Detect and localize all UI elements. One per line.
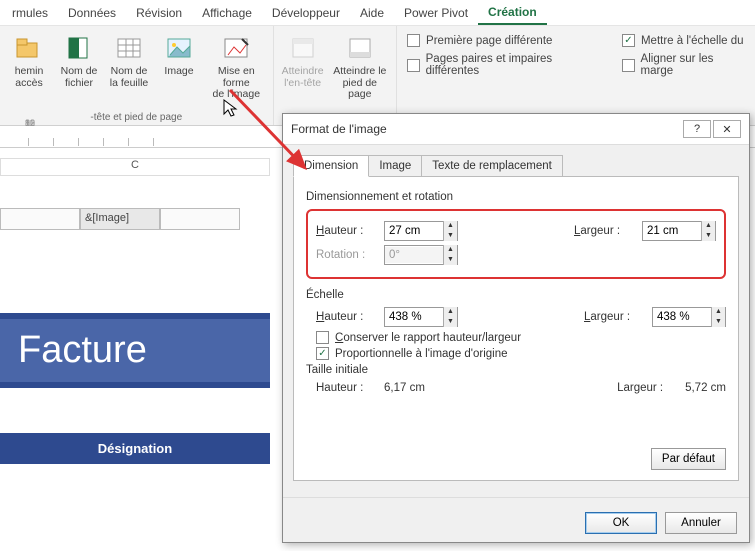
width-label: Largeur :: [574, 225, 634, 237]
tab-developpeur[interactable]: Développeur: [262, 2, 350, 24]
btn-nom-fichier[interactable]: Nom de fichier: [54, 30, 104, 110]
folder-path-icon: [13, 32, 45, 64]
col-c[interactable]: C: [0, 158, 270, 176]
rotation-input: [385, 247, 443, 263]
init-width-value: 5,72 cm: [685, 382, 726, 394]
spin-up-icon[interactable]: ▲: [702, 221, 715, 231]
initial-size-title: Taille initiale: [306, 364, 726, 376]
spin-up-icon[interactable]: ▲: [712, 307, 725, 317]
goto-header-icon: [287, 32, 319, 64]
checkbox-icon: [407, 59, 420, 72]
designation-header: Désignation: [0, 433, 270, 464]
ribbon-body: hemin accès Nom de fichier Nom de la feu…: [0, 26, 755, 126]
dialog-tabs: Dimension Image Texte de remplacement: [283, 145, 749, 177]
format-picture-icon: [220, 32, 252, 64]
scale-width-spinner[interactable]: ▲▼: [652, 307, 726, 327]
rotation-label: Rotation :: [316, 249, 376, 261]
tab-aide[interactable]: Aide: [350, 2, 394, 24]
spin-down-icon[interactable]: ▼: [712, 317, 725, 327]
init-height-value: 6,17 cm: [384, 382, 425, 394]
close-button[interactable]: ✕: [713, 120, 741, 138]
init-width-label: Largeur :: [617, 382, 677, 394]
chk-mettre-echelle[interactable]: ✓Mettre à l'échelle du: [622, 34, 745, 47]
height-label: Hauteur :: [316, 225, 376, 237]
invoice-title-band: Facture: [0, 313, 270, 388]
spin-up-icon[interactable]: ▲: [444, 307, 457, 317]
chk-relative-original[interactable]: ✓Proportionnelle à l'image d'origine: [306, 347, 726, 360]
dialog-title: Format de l'image: [291, 122, 387, 136]
ribbon-tabs: rmules Données Révision Affichage Dévelo…: [0, 0, 755, 26]
tab-image[interactable]: Image: [368, 155, 422, 177]
scale-height-spinner[interactable]: ▲▼: [384, 307, 458, 327]
ribbon-group-label: -tête et pied de page: [90, 110, 182, 123]
tab-formules[interactable]: rmules: [2, 2, 58, 24]
scale-height-input[interactable]: [385, 309, 443, 325]
invoice-title: Facture: [0, 319, 270, 382]
spin-down-icon: ▼: [444, 255, 457, 265]
checkbox-checked-icon: ✓: [316, 347, 329, 360]
dialog-panel: Dimensionnement et rotation Hauteur : ▲▼…: [293, 176, 739, 481]
spin-down-icon[interactable]: ▼: [444, 317, 457, 327]
format-image-dialog: Format de l'image ? ✕ Dimension Image Te…: [282, 113, 750, 543]
ribbon-options-col2: ✓Mettre à l'échelle du Aligner sur les m…: [612, 26, 755, 125]
highlighted-size-box: Hauteur : ▲▼ Largeur : ▲▼ Rotation : ▲▼: [306, 209, 726, 279]
chk-premiere-page[interactable]: Première page différente: [407, 34, 602, 47]
init-height-label: Hauteur :: [316, 382, 376, 394]
checkbox-checked-icon: ✓: [622, 34, 635, 47]
sizing-rotation-title: Dimensionnement et rotation: [306, 191, 726, 203]
btn-chemin-acces[interactable]: hemin accès: [4, 30, 54, 110]
help-button[interactable]: ?: [683, 120, 711, 138]
ribbon-options-col1: Première page différente Pages paires et…: [397, 26, 612, 125]
sheet-grid-icon: [113, 32, 145, 64]
ribbon-group-navigation: Atteindre l'en-tête Atteindre le pied de…: [274, 26, 397, 125]
header-center-cell[interactable]: &[Image]: [80, 208, 160, 230]
chk-pages-paires[interactable]: Pages paires et impaires différentes: [407, 53, 602, 77]
tab-texte-remplacement[interactable]: Texte de remplacement: [421, 155, 563, 177]
picture-icon: [163, 32, 195, 64]
column-header[interactable]: C: [0, 158, 270, 176]
btn-atteindre-entete: Atteindre l'en-tête: [278, 30, 328, 110]
spin-down-icon[interactable]: ▼: [444, 231, 457, 241]
btn-image[interactable]: Image: [154, 30, 204, 110]
btn-atteindre-pied[interactable]: Atteindre le pied de page: [328, 30, 392, 110]
header-edit-row[interactable]: &[Image]: [0, 208, 270, 230]
tab-dimension[interactable]: Dimension: [293, 155, 369, 177]
checkbox-icon: [316, 331, 329, 344]
height-input[interactable]: [385, 223, 443, 239]
cancel-button[interactable]: Annuler: [665, 512, 737, 534]
scale-height-label: Hauteur :: [316, 311, 376, 323]
rotation-spinner: ▲▼: [384, 245, 458, 265]
scale-width-label: Largeur :: [584, 311, 644, 323]
btn-nom-feuille[interactable]: Nom de la feuille: [104, 30, 154, 110]
dialog-titlebar[interactable]: Format de l'image ? ✕: [283, 114, 749, 145]
height-spinner[interactable]: ▲▼: [384, 221, 458, 241]
tab-affichage[interactable]: Affichage: [192, 2, 262, 24]
width-spinner[interactable]: ▲▼: [642, 221, 716, 241]
dialog-button-row: OK Annuler: [283, 504, 749, 542]
chk-lock-ratio[interactable]: Conserver le rapport hauteur/largeur: [306, 331, 726, 344]
excel-file-icon: [63, 32, 95, 64]
scale-title: Échelle: [306, 289, 726, 301]
spin-up-icon: ▲: [444, 245, 457, 255]
checkbox-icon: [407, 34, 420, 47]
scale-width-input[interactable]: [653, 309, 711, 325]
spin-down-icon[interactable]: ▼: [702, 231, 715, 241]
cursor-icon: [222, 98, 240, 120]
default-button[interactable]: Par défaut: [651, 448, 726, 470]
width-input[interactable]: [643, 223, 701, 239]
tab-creation[interactable]: Création: [478, 1, 547, 25]
tab-revision[interactable]: Révision: [126, 2, 192, 24]
spin-up-icon[interactable]: ▲: [444, 221, 457, 231]
ok-button[interactable]: OK: [585, 512, 657, 534]
tab-powerpivot[interactable]: Power Pivot: [394, 2, 478, 24]
checkbox-icon: [622, 59, 635, 72]
tab-donnees[interactable]: Données: [58, 2, 126, 24]
chk-aligner-marges[interactable]: Aligner sur les marge: [622, 53, 745, 77]
goto-footer-icon: [344, 32, 376, 64]
